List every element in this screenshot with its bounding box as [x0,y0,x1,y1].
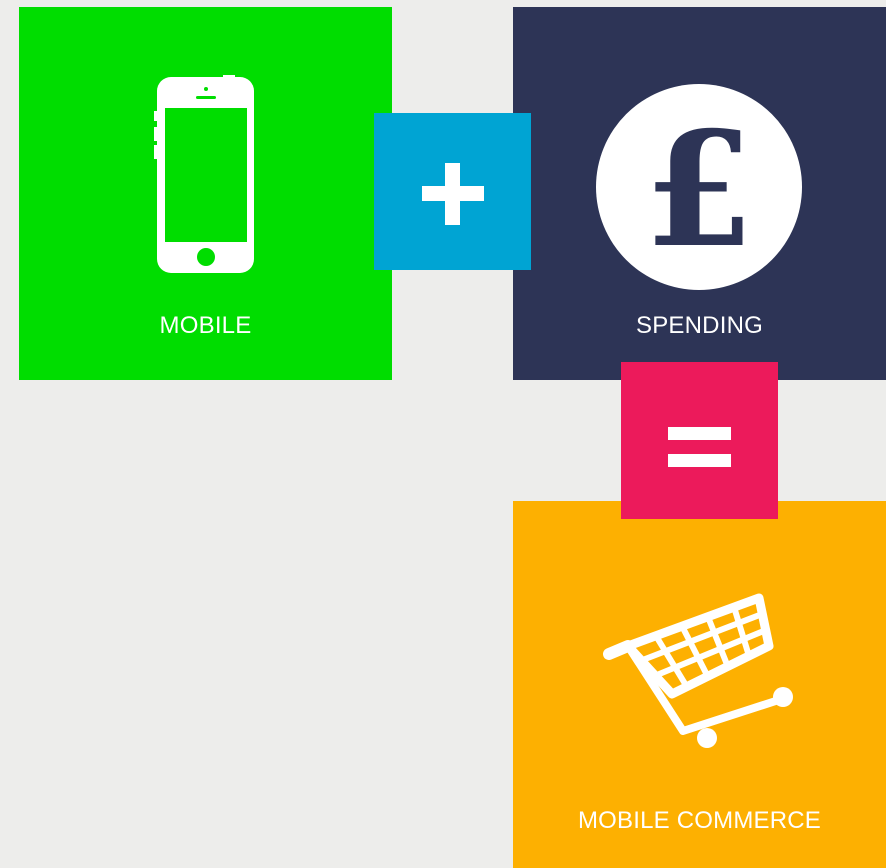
mobile-tile: MOBILE [19,7,392,380]
equals-operator [621,362,778,519]
mobile-commerce-tile: MOBILE COMMERCE [513,501,886,868]
mobile-label: MOBILE [159,312,252,339]
plus-icon [422,163,484,225]
spending-label: SPENDING [636,312,763,339]
infographic-canvas: MOBILE £ SPENDING MOBILE COMMERCE [0,0,886,868]
mobile-commerce-label: MOBILE COMMERCE [577,807,822,834]
equals-icon [668,427,731,467]
spending-tile: £ SPENDING [513,7,886,380]
plus-operator [374,113,531,270]
pound-symbol: £ [644,98,754,283]
